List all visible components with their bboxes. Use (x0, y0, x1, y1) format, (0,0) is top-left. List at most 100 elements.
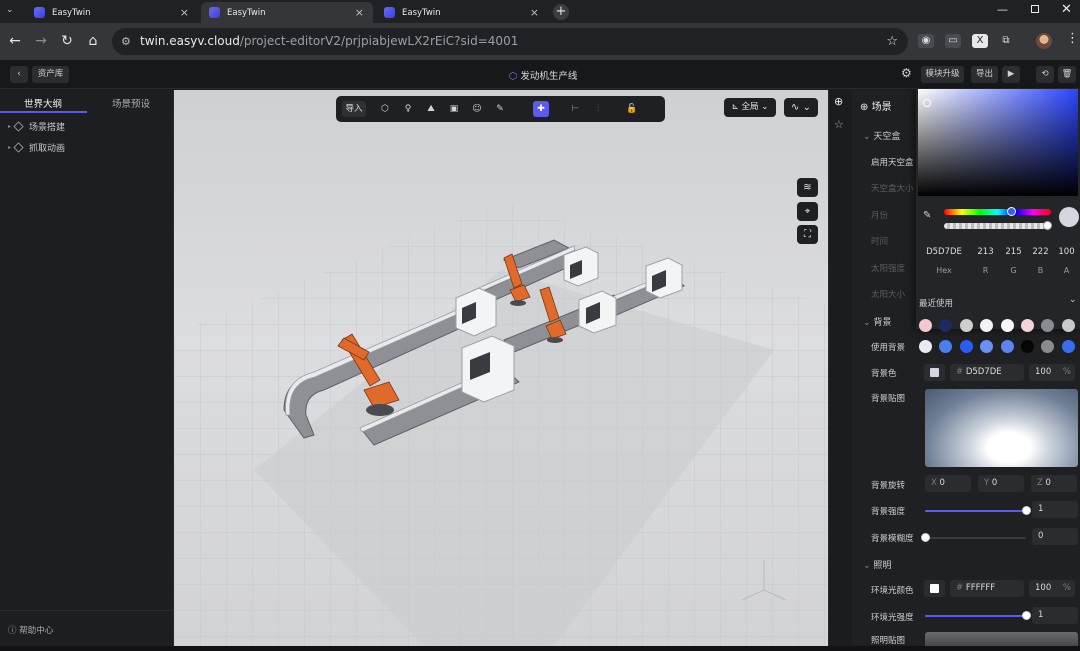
ambient-color-hex-input[interactable]: # FFFFFF (950, 580, 1024, 597)
browser-tab-3[interactable]: EasyTwin × (376, 2, 548, 23)
extensions-icon[interactable]: ⧉ (998, 34, 1014, 48)
recent-color-swatch[interactable] (959, 319, 973, 332)
bg-opacity-input[interactable]: 100% (1029, 364, 1075, 381)
section-skybox[interactable]: ⌄ 天空盒 (863, 129, 900, 142)
screen-extension-icon[interactable]: ▭ (945, 34, 961, 48)
expand-caret-icon[interactable]: ▸ (8, 123, 11, 130)
tab-search-icon[interactable]: ⌄ (6, 5, 14, 15)
bg-blur-slider[interactable] (921, 533, 1026, 542)
ambient-intensity-input[interactable]: 1 (1032, 607, 1078, 624)
fullscreen-icon[interactable]: ⛶ (797, 225, 818, 244)
section-background[interactable]: ⌄ 背景 (863, 315, 891, 328)
recent-color-swatch[interactable] (1061, 319, 1075, 332)
module-upgrade-button[interactable]: 模块升级 (921, 66, 964, 83)
close-tab-icon[interactable]: × (355, 6, 364, 19)
hue-slider[interactable] (944, 207, 1051, 216)
layers-icon[interactable]: ≋ (797, 178, 818, 197)
close-tab-icon[interactable]: × (530, 6, 539, 19)
site-settings-icon[interactable]: ⚙ (121, 28, 131, 55)
light-bulb-icon[interactable]: ♀ (400, 101, 416, 117)
browser-menu-icon[interactable]: ⋮ (1066, 31, 1079, 46)
forward-arrow-icon[interactable]: → (32, 32, 50, 50)
sv-cursor[interactable] (923, 99, 931, 107)
bg-color-hex-input[interactable]: # D5D7DE (950, 364, 1024, 381)
recent-color-swatch[interactable] (919, 340, 932, 353)
star-settings-icon[interactable]: ☆ (834, 118, 844, 131)
profile-avatar[interactable] (1036, 33, 1052, 49)
expand-caret-icon[interactable]: ▸ (8, 144, 11, 151)
camera-extension-icon[interactable]: ◉ (918, 34, 934, 48)
move-tool-icon[interactable]: ✚ (533, 101, 549, 117)
recent-color-swatch[interactable] (1000, 340, 1014, 353)
tab-scene-presets[interactable]: 场景预设 (112, 96, 150, 110)
minimize-window-icon[interactable]: — (997, 3, 1008, 16)
slider-thumb[interactable] (1022, 611, 1031, 620)
home-icon[interactable]: ⌂ (84, 32, 102, 50)
star-icon[interactable]: ☆ (886, 28, 898, 55)
rotation-x-input[interactable]: X 0 (925, 475, 971, 492)
scene-viewport[interactable]: 导入 ⬡ ♀ ⛰ ▣ ☺ ✎ ✚ ⊢ ⫶ 🔓 ⊾ 全局 ⌄ ∿ ⌄ ≋ ⌖ ⛶ (174, 90, 828, 646)
recent-color-swatch[interactable] (959, 340, 973, 353)
terrain-icon[interactable]: ⛰ (423, 101, 439, 117)
rotation-z-input[interactable]: Z 0 (1031, 475, 1077, 492)
tree-item-scene-build[interactable]: ▸ 场景搭建 (8, 120, 65, 133)
x-extension-icon[interactable]: X (972, 34, 988, 48)
view-mode-select[interactable]: ⊾ 全局 ⌄ (724, 98, 776, 117)
back-arrow-icon[interactable]: ← (6, 32, 24, 50)
alpha-slider[interactable] (944, 221, 1052, 230)
import-button[interactable]: 导入 (342, 101, 366, 117)
history-icon[interactable]: ⟲ (1036, 66, 1054, 83)
a-input[interactable]: 100 (1055, 244, 1078, 261)
chevron-down-icon[interactable]: ⌄ (1069, 295, 1077, 305)
camera-icon[interactable]: ▣ (446, 101, 462, 117)
snap-select[interactable]: ∿ ⌄ (784, 98, 818, 117)
g-input[interactable]: 215 (1001, 244, 1026, 261)
address-bar[interactable]: ⚙ twin.easyv.cloud/project-editorV2/prjp… (112, 28, 908, 55)
eyedropper-icon[interactable]: ✎ (923, 210, 931, 221)
saturation-value-area[interactable] (918, 89, 1078, 196)
asset-library-button[interactable]: 资产库 (32, 66, 69, 83)
ambient-opacity-input[interactable]: 100% (1029, 580, 1075, 597)
recent-color-swatch[interactable] (1021, 340, 1034, 353)
rotation-y-input[interactable]: Y 0 (978, 475, 1024, 492)
tab-world-outline[interactable]: 世界大纲 (24, 96, 62, 110)
hex-input[interactable]: D5D7DE (919, 244, 969, 261)
delete-icon[interactable]: 🗑 (1058, 66, 1076, 83)
bg-map-thumbnail[interactable] (925, 389, 1078, 467)
alpha-thumb[interactable] (1043, 221, 1052, 230)
bg-blur-input[interactable]: 0 (1032, 528, 1078, 545)
person-icon[interactable]: ☺ (469, 101, 485, 117)
recent-color-swatch[interactable] (1061, 340, 1075, 353)
restore-window-icon[interactable] (1031, 5, 1039, 13)
recent-color-swatch[interactable] (1000, 319, 1014, 332)
bg-color-swatch[interactable] (924, 364, 945, 381)
recent-color-swatch[interactable] (919, 319, 932, 332)
section-lighting[interactable]: ⌄ 照明 (863, 558, 891, 571)
slider-thumb[interactable] (1022, 506, 1031, 515)
play-icon[interactable]: ▶ (1002, 66, 1020, 83)
bg-intensity-slider[interactable] (925, 506, 1031, 515)
tree-item-grab-animation[interactable]: ▸ 抓取动画 (8, 141, 65, 154)
b-input[interactable]: 222 (1028, 244, 1053, 261)
ambient-intensity-slider[interactable] (925, 611, 1031, 620)
help-center-link[interactable]: ⓘ 帮助中心 (8, 624, 53, 636)
recent-color-swatch[interactable] (1021, 319, 1034, 332)
ambient-color-swatch[interactable] (924, 580, 945, 597)
align-left-icon[interactable]: ⊢ (567, 101, 583, 117)
align-center-icon[interactable]: ⫶ (590, 101, 606, 117)
hue-thumb[interactable] (1007, 207, 1016, 216)
new-tab-button[interactable]: + (553, 4, 569, 20)
brush-icon[interactable]: ✎ (492, 101, 508, 117)
settings-gear-icon[interactable]: ⚙ (901, 66, 912, 80)
export-button[interactable]: 导出 (971, 66, 998, 83)
shape-add-icon[interactable]: ⬡ (377, 101, 393, 117)
reload-icon[interactable]: ↻ (58, 32, 76, 50)
browser-tab-2[interactable]: EasyTwin × (201, 2, 373, 23)
r-input[interactable]: 213 (973, 244, 998, 261)
globe-icon[interactable]: ⊕ (834, 95, 843, 108)
focus-icon[interactable]: ⌖ (797, 202, 818, 221)
lock-icon[interactable]: 🔓 (624, 101, 640, 117)
browser-tab-1[interactable]: EasyTwin × (26, 2, 198, 23)
bg-intensity-input[interactable]: 1 (1032, 501, 1078, 518)
collapse-button[interactable]: ‹ (10, 66, 28, 83)
